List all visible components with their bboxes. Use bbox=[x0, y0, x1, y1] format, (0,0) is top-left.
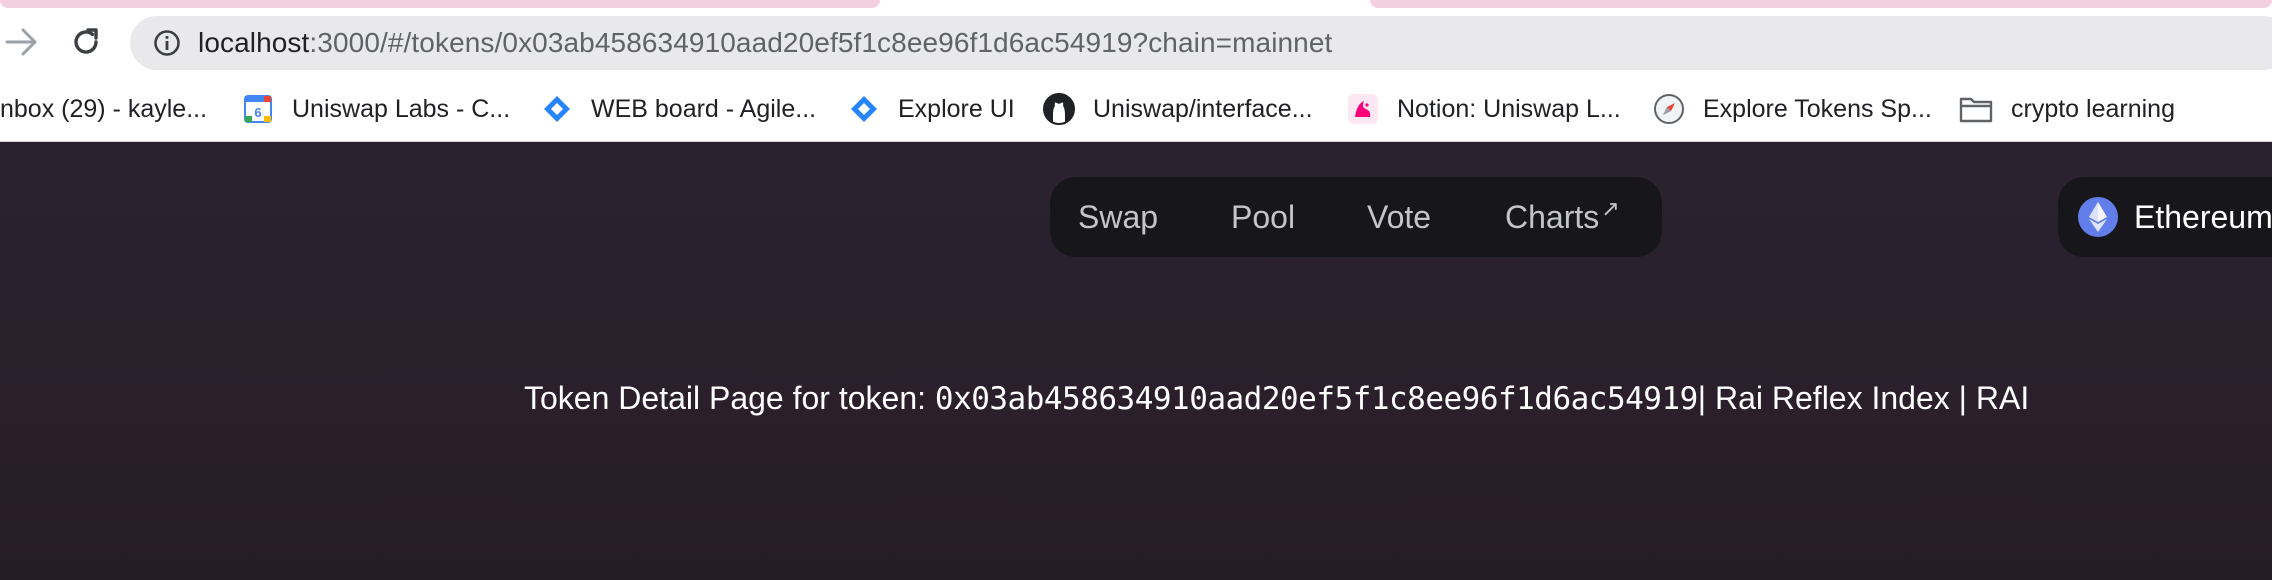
jira-icon bbox=[848, 93, 880, 125]
bookmark-inbox[interactable]: nbox (29) - kayle... bbox=[0, 90, 207, 128]
reload-icon bbox=[74, 28, 98, 54]
token-address: 0x03ab458634910aad20ef5f1c8ee96f1d6ac549… bbox=[934, 381, 1698, 417]
main-nav: Swap Pool Vote Charts ↗ bbox=[1050, 177, 1662, 257]
bookmark-label: Uniswap Labs - C... bbox=[292, 94, 511, 123]
bookmark-crypto-learning[interactable]: crypto learning bbox=[1959, 90, 2175, 128]
address-bar[interactable]: localhost:3000/#/tokens/0x03ab458634910a… bbox=[130, 16, 2272, 70]
browser-toolbar: localhost:3000/#/tokens/0x03ab458634910a… bbox=[0, 8, 2272, 76]
nav-charts[interactable]: Charts ↗ bbox=[1505, 177, 1620, 257]
github-icon bbox=[1043, 93, 1075, 125]
bookmark-notion-uniswap[interactable]: Notion: Uniswap L... bbox=[1347, 90, 1621, 128]
nav-pool[interactable]: Pool bbox=[1231, 177, 1295, 257]
tab-strip bbox=[0, 0, 2272, 8]
bookmark-label: crypto learning bbox=[2011, 94, 2175, 123]
forward-button[interactable] bbox=[0, 20, 44, 64]
bookmark-label: WEB board - Agile... bbox=[591, 94, 817, 123]
token-detail-text: Token Detail Page for token: 0x03ab45863… bbox=[524, 380, 2029, 417]
svg-text:6: 6 bbox=[254, 105, 261, 120]
app-page: Swap Pool Vote Charts ↗ Ethereum Token D… bbox=[0, 143, 2272, 580]
url-path: :3000/#/tokens/0x03ab458634910aad20ef5f1… bbox=[309, 27, 1333, 58]
compass-icon bbox=[1653, 93, 1685, 125]
token-detail-prefix: Token Detail Page for token: bbox=[524, 380, 935, 416]
bookmark-label: Explore UI bbox=[898, 94, 1015, 123]
uniswap-icon bbox=[1347, 93, 1379, 125]
bookmark-explore-ui[interactable]: Explore UI bbox=[848, 90, 1015, 128]
bookmark-label: Notion: Uniswap L... bbox=[1397, 94, 1621, 123]
url-text[interactable]: localhost:3000/#/tokens/0x03ab458634910a… bbox=[198, 27, 1332, 59]
network-selector[interactable]: Ethereum bbox=[2058, 177, 2272, 257]
bookmark-web-board[interactable]: WEB board - Agile... bbox=[541, 90, 816, 128]
forward-arrow-icon bbox=[5, 28, 37, 56]
network-label: Ethereum bbox=[2134, 198, 2272, 235]
url-host: localhost bbox=[198, 27, 310, 58]
ethereum-icon bbox=[2078, 197, 2118, 237]
jira-icon bbox=[541, 93, 573, 125]
reload-button[interactable] bbox=[64, 20, 108, 64]
token-detail-suffix: | Rai Reflex Index | RAI bbox=[1697, 380, 2030, 416]
browser-window: localhost:3000/#/tokens/0x03ab458634910a… bbox=[0, 0, 2272, 580]
bookmarks-bar: nbox (29) - kayle... 6 Uniswap Labs - C.… bbox=[0, 76, 2272, 142]
bookmark-label: Explore Tokens Sp... bbox=[1703, 94, 1932, 123]
nav-charts-label: Charts bbox=[1505, 198, 1600, 235]
external-link-icon: ↗ bbox=[1601, 196, 1620, 221]
calendar-icon: 6 bbox=[242, 93, 274, 125]
nav-vote[interactable]: Vote bbox=[1367, 177, 1431, 257]
nav-swap[interactable]: Swap bbox=[1078, 177, 1158, 257]
site-info-icon[interactable] bbox=[152, 28, 182, 58]
folder-icon bbox=[1959, 93, 1993, 125]
bookmark-uniswap-interface[interactable]: Uniswap/interface... bbox=[1043, 90, 1313, 128]
bookmark-uniswap-labs-calendar[interactable]: 6 Uniswap Labs - C... bbox=[242, 90, 510, 128]
tab-highlight[interactable] bbox=[1370, 0, 2272, 8]
tab-highlight[interactable] bbox=[0, 0, 880, 8]
bookmark-label: nbox (29) - kayle... bbox=[0, 94, 208, 123]
bookmark-explore-tokens[interactable]: Explore Tokens Sp... bbox=[1653, 90, 1932, 128]
bookmark-label: Uniswap/interface... bbox=[1093, 94, 1313, 123]
